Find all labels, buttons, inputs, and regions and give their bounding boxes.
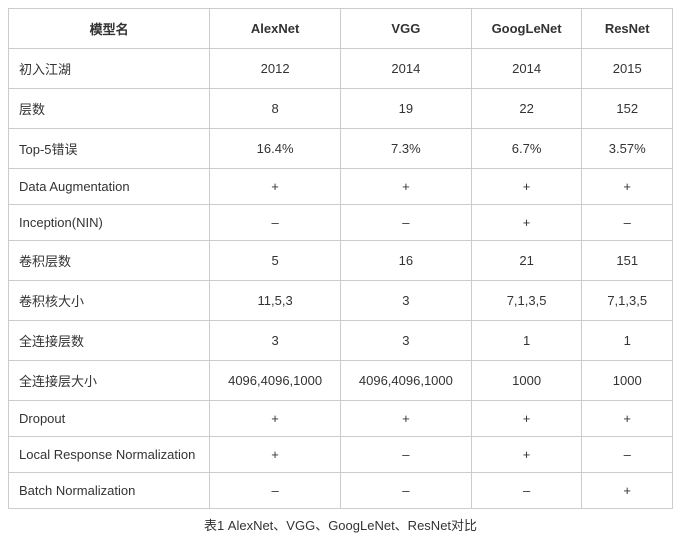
table-cell: 7,1,3,5: [471, 281, 582, 321]
table-cell: 7.3%: [340, 129, 471, 169]
table-cell: +: [471, 169, 582, 205]
table-cell: +: [210, 169, 341, 205]
table-cell: 2015: [582, 49, 673, 89]
col-header-model: 模型名: [9, 9, 210, 49]
col-header-alexnet: AlexNet: [210, 9, 341, 49]
table-cell: 152: [582, 89, 673, 129]
table-cell: +: [340, 169, 471, 205]
table-cell: 8: [210, 89, 341, 129]
table-cell: 3: [210, 321, 341, 361]
table-cell: 16.4%: [210, 129, 341, 169]
table-cell: +: [471, 437, 582, 473]
table-cell: –: [210, 473, 341, 509]
table-cell: +: [582, 401, 673, 437]
table-cell: 1: [471, 321, 582, 361]
table-cell: +: [471, 205, 582, 241]
table-cell: –: [210, 205, 341, 241]
table-cell: –: [471, 473, 582, 509]
table-cell: +: [210, 401, 341, 437]
table-cell: +: [471, 401, 582, 437]
row-label: 全连接层大小: [9, 361, 210, 401]
table-cell: 4096,4096,1000: [210, 361, 341, 401]
table-cell: –: [582, 205, 673, 241]
table-row: Dropout++++: [9, 401, 673, 437]
row-label: Dropout: [9, 401, 210, 437]
table-cell: –: [340, 473, 471, 509]
table-cell: 3: [340, 321, 471, 361]
table-row: Local Response Normalization+–+–: [9, 437, 673, 473]
row-label: Inception(NIN): [9, 205, 210, 241]
table-cell: 2014: [471, 49, 582, 89]
table-header: 模型名 AlexNet VGG GoogLeNet ResNet: [9, 9, 673, 49]
table-cell: 19: [340, 89, 471, 129]
table-cell: 1: [582, 321, 673, 361]
table-cell: 7,1,3,5: [582, 281, 673, 321]
table-row: Batch Normalization–––+: [9, 473, 673, 509]
table-cell: –: [340, 437, 471, 473]
col-header-resnet: ResNet: [582, 9, 673, 49]
comparison-table: 模型名 AlexNet VGG GoogLeNet ResNet 初入江湖201…: [8, 8, 673, 509]
table-row: Data Augmentation++++: [9, 169, 673, 205]
table-cell: 1000: [471, 361, 582, 401]
table-cell: 16: [340, 241, 471, 281]
col-header-googlenet: GoogLeNet: [471, 9, 582, 49]
row-label: Batch Normalization: [9, 473, 210, 509]
table-cell: 22: [471, 89, 582, 129]
row-label: Local Response Normalization: [9, 437, 210, 473]
table-row: 全连接层数3311: [9, 321, 673, 361]
table-cell: +: [340, 401, 471, 437]
table-cell: 5: [210, 241, 341, 281]
row-label: 初入江湖: [9, 49, 210, 89]
table-cell: 3: [340, 281, 471, 321]
row-label: 全连接层数: [9, 321, 210, 361]
col-header-vgg: VGG: [340, 9, 471, 49]
table-cell: +: [210, 437, 341, 473]
row-label: Top-5错误: [9, 129, 210, 169]
table-cell: 2014: [340, 49, 471, 89]
table-row: 全连接层大小4096,4096,10004096,4096,1000100010…: [9, 361, 673, 401]
table-cell: 1000: [582, 361, 673, 401]
table-row: Top-5错误16.4%7.3%6.7%3.57%: [9, 129, 673, 169]
table-cell: –: [340, 205, 471, 241]
table-cell: –: [582, 437, 673, 473]
table-row: 初入江湖2012201420142015: [9, 49, 673, 89]
table-cell: 6.7%: [471, 129, 582, 169]
table-cell: 4096,4096,1000: [340, 361, 471, 401]
row-label: Data Augmentation: [9, 169, 210, 205]
table-row: 卷积层数51621151: [9, 241, 673, 281]
table-cell: +: [582, 169, 673, 205]
table-cell: 2012: [210, 49, 341, 89]
row-label: 卷积核大小: [9, 281, 210, 321]
table-cell: 21: [471, 241, 582, 281]
table-cell: +: [582, 473, 673, 509]
table-cell: 151: [582, 241, 673, 281]
table-row: 层数81922152: [9, 89, 673, 129]
table-caption: 表1 AlexNet、VGG、GoogLeNet、ResNet对比: [8, 509, 673, 534]
row-label: 卷积层数: [9, 241, 210, 281]
table-row: 卷积核大小11,5,337,1,3,57,1,3,5: [9, 281, 673, 321]
table-cell: 3.57%: [582, 129, 673, 169]
table-cell: 11,5,3: [210, 281, 341, 321]
table-row: Inception(NIN)––+–: [9, 205, 673, 241]
table-body: 初入江湖2012201420142015层数81922152Top-5错误16.…: [9, 49, 673, 509]
row-label: 层数: [9, 89, 210, 129]
